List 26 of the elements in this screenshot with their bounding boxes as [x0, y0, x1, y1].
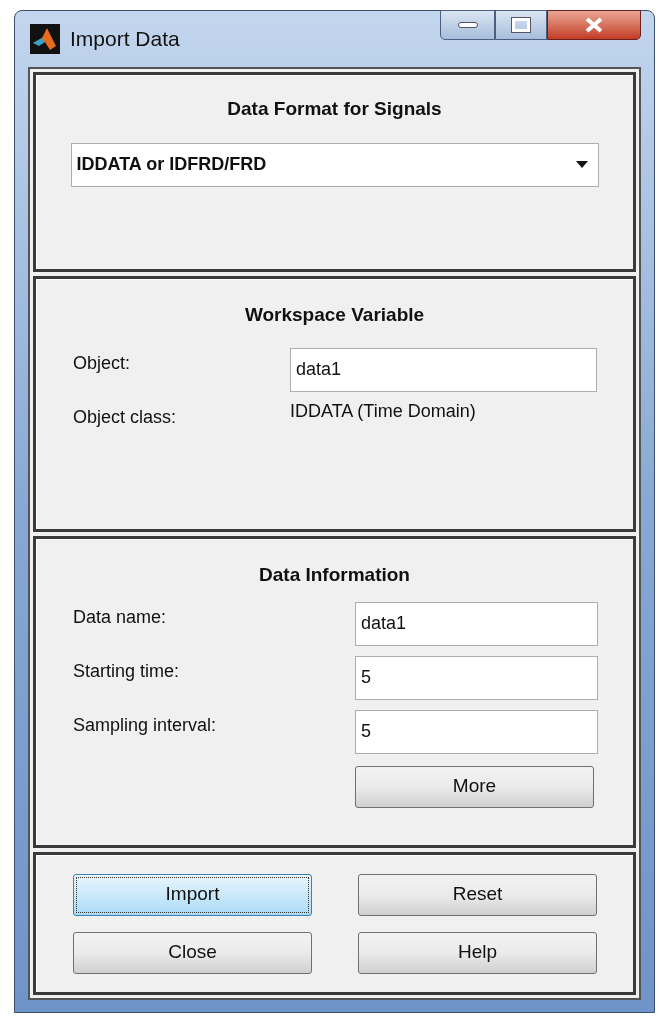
dialog-button[interactable]: More — [355, 765, 594, 808]
panel-heading: Workspace Variable — [244, 303, 425, 327]
close-button[interactable] — [547, 10, 641, 40]
field-label: Sampling interval: — [73, 713, 218, 737]
panel-heading: Data Information — [259, 563, 410, 587]
text-field[interactable]: 5 — [355, 655, 598, 700]
app-logo-icon — [30, 24, 60, 54]
class-value: IDDATA (Time Domain) — [290, 399, 476, 423]
window-title: Import Data — [70, 26, 180, 53]
field-label: Starting time: — [73, 659, 181, 683]
field-label: Object class: — [73, 405, 178, 429]
dialog-button[interactable]: Reset — [358, 873, 597, 916]
field-label: Object: — [73, 351, 132, 375]
text-field[interactable]: data1 — [290, 347, 597, 392]
dialog-button[interactable]: Import — [73, 873, 312, 916]
dialog-button[interactable]: Help — [358, 931, 597, 974]
panel-heading: Data Format for Signals — [227, 97, 442, 121]
text-field[interactable]: data1 — [355, 601, 598, 646]
dropdown-arrow-icon — [575, 161, 588, 168]
minimize-button[interactable] — [440, 10, 495, 40]
dialog-button[interactable]: Close — [73, 931, 312, 974]
close-icon — [584, 17, 604, 33]
maximize-button[interactable] — [495, 10, 547, 40]
field-label: Data name: — [73, 605, 168, 629]
format-dropdown[interactable]: IDDATA or IDFRD/FRD — [70, 142, 599, 187]
text-field[interactable]: 5 — [355, 709, 598, 754]
